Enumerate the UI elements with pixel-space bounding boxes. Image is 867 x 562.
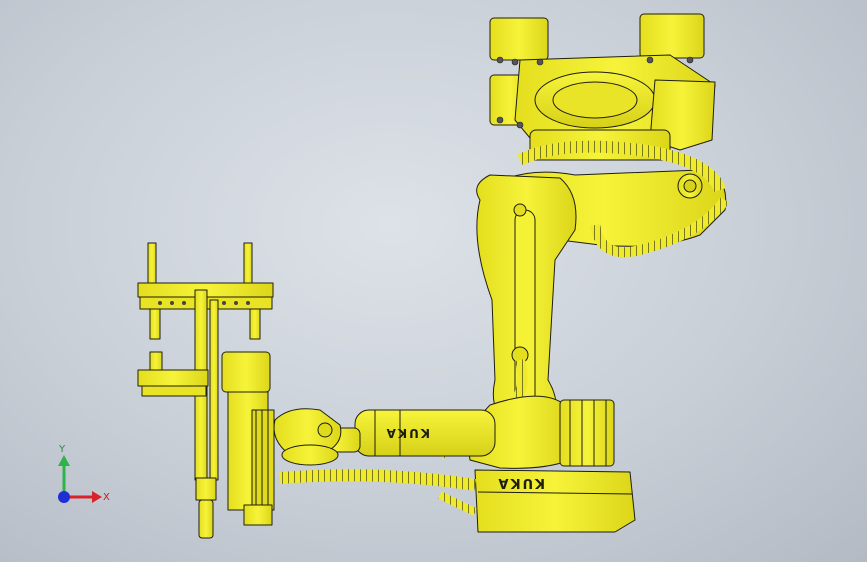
x-axis-arrowhead	[92, 491, 102, 503]
cable-hose-box	[438, 491, 477, 516]
robot-model-view[interactable]: KUKA KUKA Y X	[0, 0, 867, 562]
cad-viewport[interactable]: KUKA KUKA Y X	[0, 0, 867, 562]
cable-hose-lower	[279, 469, 476, 491]
wrist-joint[interactable]	[273, 408, 361, 466]
motor-box-brand-label: KUKA	[496, 475, 545, 490]
y-axis-arrowhead	[58, 455, 70, 466]
axis-triad: Y X	[58, 444, 110, 503]
motor-box[interactable]: KUKA	[474, 469, 636, 533]
robot-base[interactable]	[489, 13, 716, 161]
gripper-assembly[interactable]	[137, 242, 275, 539]
forearm[interactable]: KUKA	[354, 409, 496, 457]
x-axis-label: X	[103, 492, 110, 503]
z-axis-dot	[58, 491, 70, 503]
y-axis-label: Y	[58, 444, 66, 455]
upper-arm[interactable]	[476, 174, 577, 431]
forearm-brand-label: KUKA	[385, 426, 430, 440]
